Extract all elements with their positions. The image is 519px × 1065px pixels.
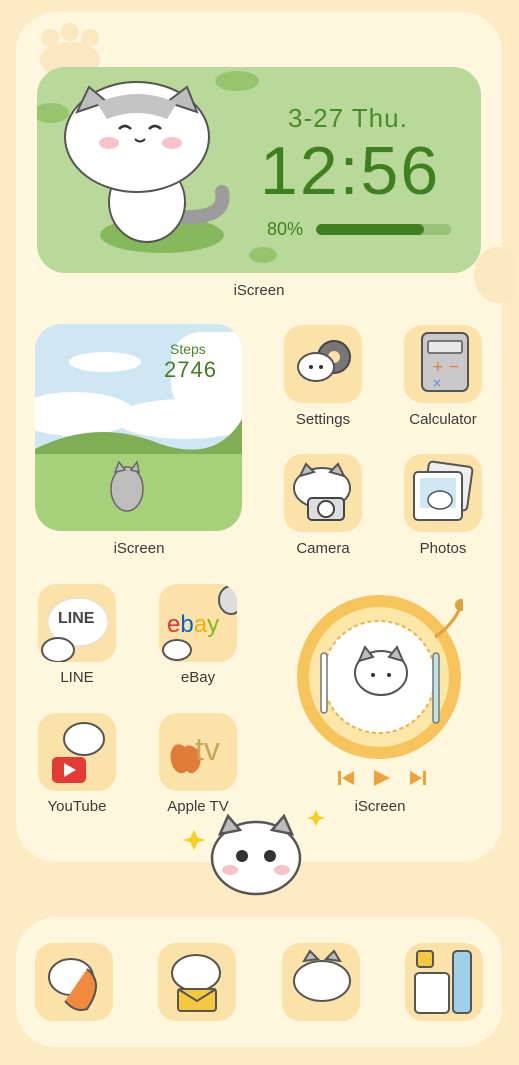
photos-icon (413, 460, 474, 521)
appletv-app-icon[interactable]: tv (159, 713, 237, 791)
calculator-label: Calculator (409, 411, 477, 428)
svg-text:−: − (448, 359, 460, 375)
settings-app-icon[interactable] (284, 325, 362, 403)
battery-bar-fill (316, 224, 424, 235)
dock-app-store-app[interactable] (405, 943, 483, 1021)
battery-bar (316, 224, 451, 235)
dock-mail-app[interactable] (158, 943, 236, 1021)
youtube-logo-icon (52, 722, 105, 783)
date-text: 3-27 Thu. (288, 103, 408, 133)
svg-text:×: × (432, 376, 442, 390)
settings-label: Settings (295, 411, 351, 428)
decorative-cat-icon (182, 810, 325, 896)
clock-widget-label: iScreen (233, 282, 285, 299)
youtube-label: YouTube (47, 798, 107, 815)
media-controls (338, 770, 426, 786)
gear-cat-icon (297, 340, 351, 382)
calculator-app-icon[interactable]: + − × (404, 325, 482, 403)
steps-title: Steps (170, 341, 206, 357)
svg-text:ebay: ebay (167, 611, 219, 638)
previous-track-icon[interactable] (338, 771, 354, 785)
next-track-icon[interactable] (410, 771, 426, 785)
mail-icon (171, 954, 221, 1012)
plate-widget[interactable] (295, 593, 467, 761)
app-store-icon (414, 950, 472, 1014)
appletv-logo-text: tv (195, 731, 220, 767)
line-app-icon[interactable]: LINE (38, 584, 116, 662)
time-text: 12:56 (260, 133, 441, 209)
camera-cat-icon (293, 462, 351, 521)
photos-label: Photos (419, 540, 467, 557)
steps-value: 2746 (164, 357, 217, 382)
phone-icon (48, 958, 97, 1011)
ebay-app-icon[interactable]: ebay (159, 584, 237, 662)
dock-messages-app[interactable] (282, 943, 360, 1021)
calculator-icon: + − × (421, 332, 469, 392)
messages-icon (293, 949, 351, 1002)
svg-text:+: + (432, 359, 444, 375)
line-label: LINE (60, 669, 94, 686)
camera-label: Camera (296, 540, 350, 557)
steps-widget-label: iScreen (113, 540, 165, 557)
youtube-app-icon[interactable] (38, 713, 116, 791)
plate-cat-illustration (297, 595, 467, 759)
plate-widget-label: iScreen (354, 798, 406, 815)
ebay-logo-icon: ebay (162, 585, 237, 661)
dock-phone-app[interactable] (35, 943, 113, 1021)
steps-widget[interactable] (35, 324, 242, 531)
line-logo-text: LINE (58, 610, 95, 627)
battery-percent: 80% (267, 219, 304, 239)
photos-app-icon[interactable] (404, 454, 482, 532)
camera-app-icon[interactable] (284, 454, 362, 532)
play-icon[interactable] (374, 770, 390, 786)
ebay-label: eBay (180, 669, 216, 686)
